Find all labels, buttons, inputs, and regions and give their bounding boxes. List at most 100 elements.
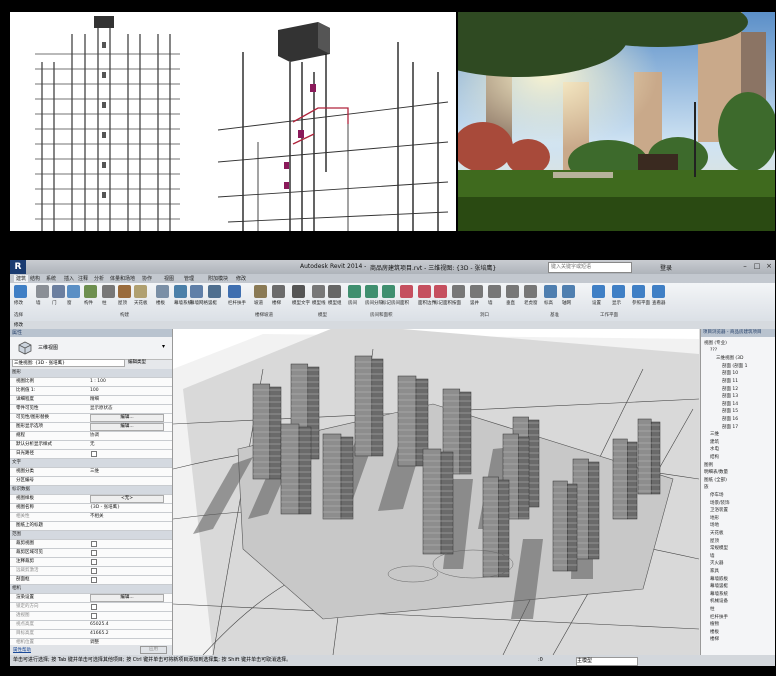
browser-node[interactable]: 幕墙嵌板 bbox=[710, 576, 728, 582]
browser-node[interactable]: 幕墙竖梃 bbox=[710, 583, 728, 589]
tab-11[interactable]: 修改 bbox=[236, 275, 246, 282]
browser-node[interactable]: 剖面 10 bbox=[722, 370, 738, 376]
tab-2[interactable]: 系统 bbox=[46, 275, 56, 282]
select-dropdown[interactable]: 修改 bbox=[14, 322, 23, 328]
browser-node[interactable]: 剖面 (剖面 1 bbox=[722, 363, 747, 369]
property-row[interactable]: 范围 bbox=[10, 531, 172, 540]
property-value[interactable]: 100 bbox=[90, 387, 99, 395]
tool-30-icon[interactable] bbox=[562, 285, 575, 298]
property-value[interactable]: 1 : 100 bbox=[90, 378, 106, 386]
tool-17-icon[interactable] bbox=[328, 285, 341, 298]
login-button[interactable]: 登录 bbox=[660, 263, 672, 272]
chevron-down-icon[interactable]: ▾ bbox=[162, 343, 165, 350]
browser-node[interactable]: 剖面 16 bbox=[722, 416, 738, 422]
tab-10[interactable]: 附加模块 bbox=[208, 275, 228, 282]
tab-9[interactable]: 管理 bbox=[184, 275, 194, 282]
tool-6-icon[interactable] bbox=[118, 285, 131, 298]
3d-viewport[interactable] bbox=[173, 329, 699, 655]
property-value[interactable]: 65025.4 bbox=[90, 621, 109, 629]
property-row[interactable]: 相机 bbox=[10, 585, 172, 594]
tool-24-icon[interactable] bbox=[452, 285, 465, 298]
minimize-icon[interactable]: – bbox=[740, 262, 750, 271]
browser-node[interactable]: 图纸 (全部) bbox=[704, 477, 727, 483]
tab-5[interactable]: 分析 bbox=[94, 275, 104, 282]
browser-node[interactable]: 建筑 bbox=[710, 439, 719, 445]
tool-13-icon[interactable] bbox=[254, 285, 267, 298]
tool-1-icon[interactable] bbox=[36, 285, 49, 298]
edit-type-button[interactable]: 编辑类型 bbox=[128, 359, 146, 367]
property-edit-button[interactable]: <无> bbox=[90, 495, 164, 503]
property-row[interactable]: 文字 bbox=[10, 459, 172, 468]
property-edit-button[interactable]: 编辑... bbox=[90, 594, 164, 602]
tool-15-icon[interactable] bbox=[292, 285, 305, 298]
property-checkbox[interactable] bbox=[91, 550, 97, 556]
tool-18-icon[interactable] bbox=[348, 285, 361, 298]
property-row[interactable]: 图形 bbox=[10, 369, 172, 378]
app-menu-button[interactable]: R bbox=[10, 260, 26, 274]
browser-node[interactable]: 常规模型 bbox=[710, 545, 728, 551]
browser-node[interactable]: ??? bbox=[710, 348, 717, 353]
tool-19-icon[interactable] bbox=[365, 285, 378, 298]
browser-node[interactable]: 族 bbox=[704, 484, 709, 490]
browser-node[interactable]: 柱 bbox=[710, 606, 715, 612]
tool-22-icon[interactable] bbox=[418, 285, 431, 298]
property-value[interactable]: 精细 bbox=[90, 396, 99, 404]
browser-node[interactable]: 停车场 bbox=[710, 492, 724, 498]
tool-5-icon[interactable] bbox=[102, 285, 115, 298]
browser-node[interactable]: 结构 bbox=[710, 454, 719, 460]
tool-33-icon[interactable] bbox=[632, 285, 645, 298]
apply-button[interactable]: 应用 bbox=[140, 646, 167, 654]
tool-28-icon[interactable] bbox=[524, 285, 537, 298]
tab-8[interactable]: 视图 bbox=[164, 275, 174, 282]
tool-27-icon[interactable] bbox=[506, 285, 519, 298]
property-value[interactable]: 41665.2 bbox=[90, 630, 109, 638]
browser-node[interactable]: 剖面 13 bbox=[722, 393, 738, 399]
browser-node[interactable]: 三维视图 (3D bbox=[716, 355, 744, 361]
tool-14-icon[interactable] bbox=[272, 285, 285, 298]
maximize-icon[interactable]: □ bbox=[752, 262, 762, 271]
tool-0-icon[interactable] bbox=[14, 285, 27, 298]
property-checkbox[interactable] bbox=[91, 451, 97, 457]
browser-node[interactable]: 剖面 11 bbox=[722, 378, 738, 384]
property-checkbox[interactable] bbox=[91, 577, 97, 583]
view-instance-select[interactable]: 三维视图: {3D - 张培鹰} bbox=[12, 359, 125, 367]
property-value[interactable]: 三维 bbox=[90, 468, 99, 476]
browser-node[interactable]: 剖面 14 bbox=[722, 401, 738, 407]
browser-node[interactable]: 幕墙系统 bbox=[710, 591, 728, 597]
tab-3[interactable]: 插入 bbox=[64, 275, 74, 282]
tool-21-icon[interactable] bbox=[400, 285, 413, 298]
browser-node[interactable]: 植物 bbox=[710, 621, 719, 627]
tool-8-icon[interactable] bbox=[156, 285, 169, 298]
browser-node[interactable]: 场景/装饰 bbox=[710, 500, 730, 506]
property-checkbox[interactable] bbox=[91, 613, 97, 619]
browser-node[interactable]: 天花板 bbox=[710, 530, 724, 536]
property-edit-button[interactable]: 编辑... bbox=[90, 423, 164, 431]
tab-4[interactable]: 注释 bbox=[78, 275, 88, 282]
property-value[interactable]: 不相关 bbox=[90, 513, 104, 521]
tool-32-icon[interactable] bbox=[612, 285, 625, 298]
browser-node[interactable]: 楼梯 bbox=[710, 636, 719, 642]
browser-node[interactable]: 水电 bbox=[710, 446, 719, 452]
tab-7[interactable]: 协作 bbox=[142, 275, 152, 282]
property-value[interactable]: 无 bbox=[90, 441, 95, 449]
browser-node[interactable]: 地形 bbox=[710, 515, 719, 521]
browser-node[interactable]: 墙 bbox=[710, 553, 715, 559]
browser-node[interactable]: 屋顶 bbox=[710, 538, 719, 544]
tool-23-icon[interactable] bbox=[434, 285, 447, 298]
tool-4-icon[interactable] bbox=[84, 285, 97, 298]
property-checkbox[interactable] bbox=[91, 541, 97, 547]
browser-node[interactable]: 剖面 12 bbox=[722, 386, 738, 392]
property-checkbox[interactable] bbox=[91, 604, 97, 610]
browser-node[interactable]: 机械设备 bbox=[710, 598, 728, 604]
tool-3-icon[interactable] bbox=[67, 285, 80, 298]
browser-node[interactable]: 剖面 15 bbox=[722, 408, 738, 414]
property-checkbox[interactable] bbox=[91, 568, 97, 574]
tool-11-icon[interactable] bbox=[208, 285, 221, 298]
tool-31-icon[interactable] bbox=[592, 285, 605, 298]
property-edit-button[interactable]: 编辑... bbox=[90, 414, 164, 422]
tool-10-icon[interactable] bbox=[190, 285, 203, 298]
browser-node[interactable]: 家具 bbox=[710, 568, 719, 574]
browser-node[interactable]: 图例 bbox=[704, 462, 713, 468]
browser-node[interactable]: 视图 (专业) bbox=[704, 340, 727, 346]
tab-6[interactable]: 体量和场地 bbox=[110, 275, 135, 282]
